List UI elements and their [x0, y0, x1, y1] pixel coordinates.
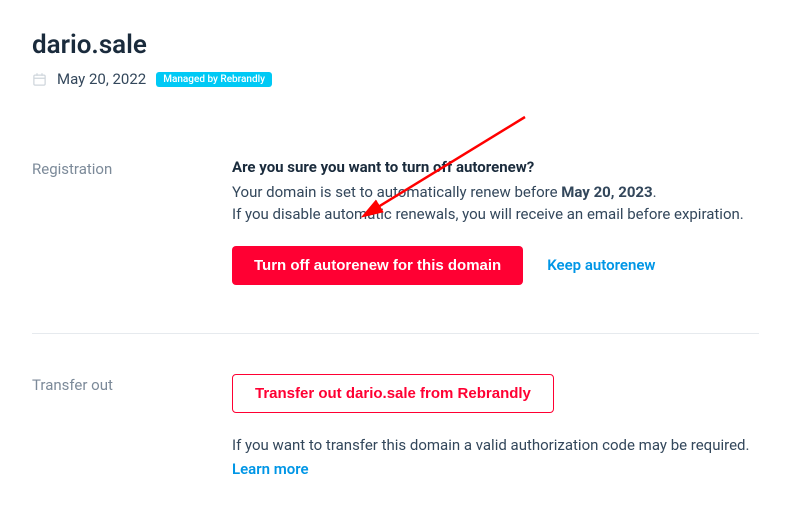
- registration-label: Registration: [32, 158, 212, 285]
- registration-section: Registration Are you sure you want to tu…: [32, 158, 759, 285]
- keep-autorenew-link[interactable]: Keep autorenew: [547, 256, 655, 274]
- transfer-out-label: Transfer out: [32, 374, 212, 479]
- renew-info-line-1: Your domain is set to automatically rene…: [232, 182, 759, 204]
- domain-title: dario.sale: [32, 30, 759, 60]
- managed-by-badge: Managed by Rebrandly: [156, 72, 272, 87]
- confirm-button-row: Turn off autorenew for this domain Keep …: [232, 246, 759, 285]
- date-row: May 20, 2022 Managed by Rebrandly: [32, 70, 759, 88]
- transfer-info-text: If you want to transfer this domain a va…: [232, 435, 759, 457]
- calendar-icon: [32, 72, 47, 87]
- renew-info-suffix: .: [653, 183, 657, 201]
- confirm-heading: Are you sure you want to turn off autore…: [232, 158, 759, 176]
- registration-body: Are you sure you want to turn off autore…: [232, 158, 759, 285]
- transfer-body: Transfer out dario.sale from Rebrandly I…: [232, 374, 759, 479]
- learn-more-link[interactable]: Learn more: [232, 460, 309, 478]
- renew-info-prefix: Your domain is set to automatically rene…: [232, 183, 561, 201]
- renew-date: May 20, 2023: [561, 183, 652, 201]
- domain-date: May 20, 2022: [57, 70, 146, 88]
- renew-info-line-2: If you disable automatic renewals, you w…: [232, 204, 759, 226]
- turn-off-autorenew-button[interactable]: Turn off autorenew for this domain: [232, 246, 523, 285]
- transfer-out-button[interactable]: Transfer out dario.sale from Rebrandly: [232, 374, 554, 413]
- transfer-section: Transfer out Transfer out dario.sale fro…: [32, 374, 759, 479]
- section-divider: [32, 333, 759, 334]
